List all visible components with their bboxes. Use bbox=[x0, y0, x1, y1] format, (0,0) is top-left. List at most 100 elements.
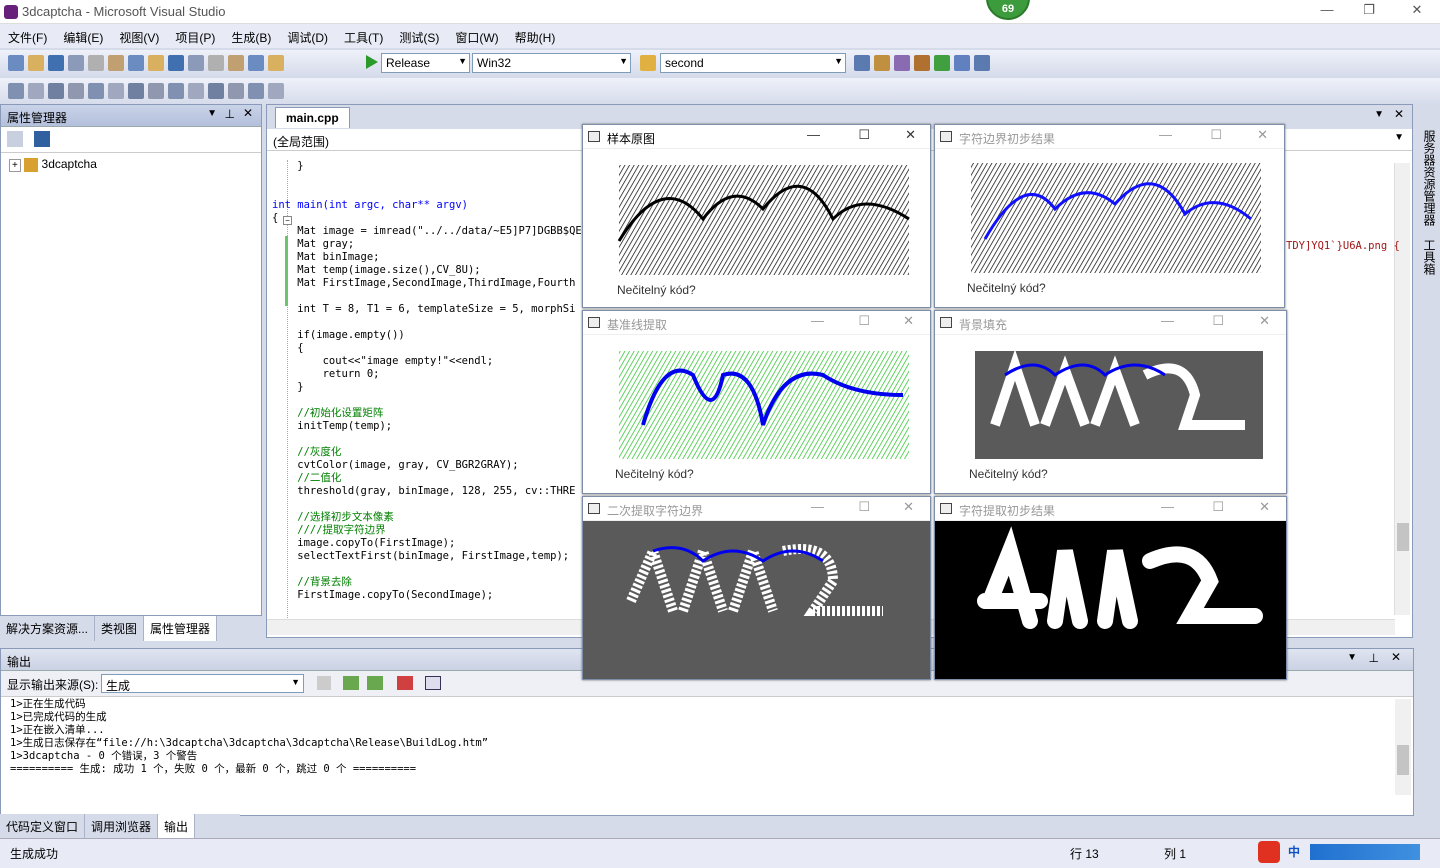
toolbar-button-icon[interactable] bbox=[68, 83, 84, 99]
next-message-icon[interactable] bbox=[367, 676, 383, 690]
close-button[interactable]: ✕ bbox=[903, 313, 914, 329]
pin-icon[interactable]: ⊥ bbox=[1369, 651, 1379, 665]
maximize-button[interactable]: ☐ bbox=[858, 127, 870, 143]
pin-icon[interactable]: ⊥ bbox=[225, 107, 235, 121]
toolbar-button-icon[interactable] bbox=[128, 83, 144, 99]
tab-main-cpp[interactable]: main.cpp bbox=[275, 107, 350, 128]
cv-window-background-fill[interactable]: 背景填充 — ☐ ✕ Nečitelný kód? bbox=[934, 310, 1287, 494]
toolbar-button-icon[interactable] bbox=[268, 83, 284, 99]
toolbar-button-icon[interactable] bbox=[974, 55, 990, 71]
cv-window-second-boundary[interactable]: 二次提取字符边界 — ☐ ✕ bbox=[582, 496, 931, 680]
minimize-button[interactable]: — bbox=[811, 499, 824, 514]
sogou-ime-icon[interactable] bbox=[1258, 841, 1280, 863]
toolbar-button-icon[interactable] bbox=[954, 55, 970, 71]
toolbar-button-icon[interactable] bbox=[874, 55, 890, 71]
menu-item[interactable]: 调试(D) bbox=[279, 24, 336, 51]
toolbar-button-icon[interactable] bbox=[128, 55, 144, 71]
close-button[interactable]: ✕ bbox=[903, 499, 914, 515]
toolbar-button-icon[interactable] bbox=[88, 83, 104, 99]
menu-item[interactable]: 工具(T) bbox=[336, 24, 391, 51]
goto-icon[interactable] bbox=[317, 676, 331, 690]
add-sheet-icon[interactable] bbox=[7, 131, 23, 147]
toolbar-button-icon[interactable] bbox=[268, 55, 284, 71]
toolbar-button-icon[interactable] bbox=[188, 55, 204, 71]
dropdown-icon[interactable]: ▼ bbox=[207, 108, 217, 119]
toolbar-button-icon[interactable] bbox=[148, 83, 164, 99]
toolbar-button-icon[interactable] bbox=[934, 55, 950, 71]
cv-caption[interactable]: Nečitelný kód? bbox=[615, 467, 694, 481]
tab-0[interactable]: 代码定义窗口 bbox=[0, 814, 86, 839]
maximize-button[interactable]: ☐ bbox=[858, 313, 870, 329]
cv-caption[interactable]: Nečitelný kód? bbox=[967, 281, 1046, 295]
menu-item[interactable]: 测试(S) bbox=[391, 24, 447, 51]
toolbar-button-icon[interactable] bbox=[208, 83, 224, 99]
minimize-button[interactable]: — bbox=[807, 127, 820, 142]
dropdown-icon[interactable]: ▼ bbox=[1374, 109, 1384, 120]
close-icon[interactable]: ✕ bbox=[1391, 650, 1401, 664]
close-button[interactable]: ✕ bbox=[1259, 499, 1270, 515]
tab-2[interactable]: 属性管理器 bbox=[144, 616, 218, 641]
minimize-button[interactable]: — bbox=[1159, 127, 1172, 142]
tab-1[interactable]: 类视图 bbox=[95, 616, 145, 641]
ime-mode[interactable]: 中 bbox=[1288, 843, 1300, 860]
toolbar-button-icon[interactable] bbox=[228, 83, 244, 99]
minimize-button[interactable]: — bbox=[811, 313, 824, 328]
tree-item-project[interactable]: + 3dcaptcha bbox=[1, 153, 261, 176]
cv-caption[interactable]: Nečitelný kód? bbox=[969, 467, 1048, 481]
cv-window-original[interactable]: 样本原图 — ☐ ✕ Nečitelný kód? bbox=[582, 124, 931, 308]
dropdown-icon[interactable]: ▼ bbox=[1347, 652, 1357, 663]
ime-toolbar-icon[interactable] bbox=[1310, 844, 1420, 860]
scroll-thumb[interactable] bbox=[1397, 523, 1409, 551]
minimize-button[interactable]: — bbox=[1161, 313, 1174, 328]
cv-window-boundary-initial[interactable]: 字符边界初步结果 — ☐ ✕ Nečitelný kód? bbox=[934, 124, 1285, 308]
maximize-button[interactable]: ☐ bbox=[858, 499, 870, 515]
word-wrap-icon[interactable] bbox=[425, 676, 441, 690]
output-scrollbar[interactable] bbox=[1395, 699, 1411, 795]
expand-icon[interactable]: + bbox=[9, 159, 21, 172]
close-button[interactable]: ✕ bbox=[905, 127, 916, 143]
toolbar-button-icon[interactable] bbox=[48, 55, 64, 71]
toolbar-button-icon[interactable] bbox=[188, 83, 204, 99]
toolbar-button-icon[interactable] bbox=[148, 55, 164, 71]
close-icon[interactable]: ✕ bbox=[1394, 107, 1404, 121]
toolbar-button-icon[interactable] bbox=[108, 55, 124, 71]
cv-window-baseline[interactable]: 基准线提取 — ☐ ✕ Nečitelný kód? bbox=[582, 310, 931, 494]
find-icon[interactable] bbox=[640, 55, 656, 71]
toolbar-button-icon[interactable] bbox=[248, 55, 264, 71]
prev-message-icon[interactable] bbox=[343, 676, 359, 690]
menu-item[interactable]: 帮助(H) bbox=[507, 24, 564, 51]
code-area[interactable]: } int main(int argc, char** argv){ Mat im… bbox=[272, 160, 582, 620]
close-button[interactable]: ✕ bbox=[1257, 127, 1268, 143]
toolbar-button-icon[interactable] bbox=[8, 55, 24, 71]
menu-item[interactable]: 窗口(W) bbox=[447, 24, 506, 51]
toolbar-button-icon[interactable] bbox=[28, 83, 44, 99]
cv-window-char-extract[interactable]: 字符提取初步结果 — ☐ ✕ bbox=[934, 496, 1287, 680]
minimize-button[interactable]: — bbox=[1312, 2, 1342, 17]
restore-button[interactable]: ❐ bbox=[1354, 2, 1384, 18]
toolbar-button-icon[interactable] bbox=[168, 83, 184, 99]
minimize-button[interactable]: — bbox=[1161, 499, 1174, 514]
find-combo[interactable]: second ▼ bbox=[660, 53, 846, 73]
vertical-scrollbar[interactable] bbox=[1394, 163, 1410, 615]
close-window-button[interactable]: ✕ bbox=[1402, 2, 1432, 18]
menu-item[interactable]: 项目(P) bbox=[167, 24, 223, 51]
toolbar-button-icon[interactable] bbox=[228, 55, 244, 71]
tab-1[interactable]: 调用浏览器 bbox=[85, 814, 159, 839]
toolbar-button-icon[interactable] bbox=[108, 83, 124, 99]
maximize-button[interactable]: ☐ bbox=[1212, 313, 1224, 329]
close-button[interactable]: ✕ bbox=[1259, 313, 1270, 329]
clear-all-icon[interactable] bbox=[397, 676, 413, 690]
save-icon[interactable] bbox=[34, 131, 51, 147]
toolbar-button-icon[interactable] bbox=[248, 83, 264, 99]
start-debug-icon[interactable] bbox=[366, 55, 378, 69]
menu-item[interactable]: 视图(V) bbox=[111, 24, 167, 51]
config-select[interactable]: Release ▼ bbox=[381, 53, 470, 73]
maximize-button[interactable]: ☐ bbox=[1210, 127, 1222, 143]
close-icon[interactable]: ✕ bbox=[243, 106, 253, 120]
toolbar-button-icon[interactable] bbox=[914, 55, 930, 71]
scroll-thumb[interactable] bbox=[1397, 745, 1409, 775]
tab-2[interactable]: 输出 bbox=[158, 814, 196, 839]
toolbar-button-icon[interactable] bbox=[8, 83, 24, 99]
toolbar-button-icon[interactable] bbox=[894, 55, 910, 71]
toolbar-button-icon[interactable] bbox=[854, 55, 870, 71]
